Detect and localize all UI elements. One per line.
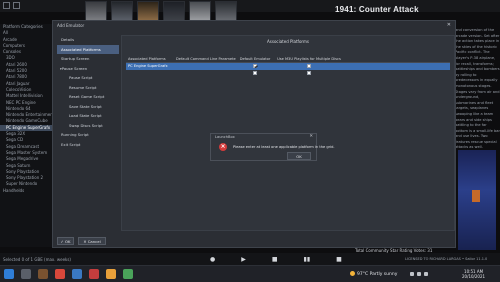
nav-item[interactable]: Details (57, 35, 119, 45)
game-thumbnail[interactable] (137, 1, 159, 21)
close-icon[interactable]: ✕ (309, 134, 313, 139)
nav-item[interactable]: Pause Script (57, 73, 119, 83)
edge-icon[interactable] (72, 269, 82, 279)
menu-icon[interactable] (3, 2, 10, 9)
platform-sidebar: Platform Categories All Arcade Computers Con… (0, 24, 52, 247)
pause-icon[interactable]: ▮▮ (304, 256, 311, 263)
close-icon: ✕ (83, 239, 87, 244)
status-text: Selected 0 of 1 GBE (max. weeks) (3, 257, 71, 262)
params-cell[interactable] (174, 63, 236, 70)
cancel-button[interactable]: ✕ Cancel (78, 237, 106, 245)
table-row[interactable] (126, 70, 450, 77)
nav-item[interactable]: Load State Script (57, 111, 119, 121)
params-cell[interactable] (174, 70, 236, 77)
column-header[interactable]: Use M3U Playlists for Multiple Discs (274, 56, 344, 62)
column-header[interactable]: Default Emulator (236, 56, 274, 62)
app-icon[interactable] (123, 269, 133, 279)
sidebar-item[interactable]: Handhelds (0, 188, 52, 194)
m3u-playlist-checkbox[interactable] (307, 71, 311, 75)
platform-cell[interactable] (126, 70, 174, 77)
weather-widget[interactable]: 97°C Partly sunny (350, 271, 397, 277)
table-row[interactable]: PC Engine SuperGrafx (126, 63, 450, 70)
message-title: LaunchBox (215, 135, 235, 139)
weather-temp: 97°C (357, 272, 369, 277)
dialog-nav: Details Associated Platforms Startup Scree… (57, 35, 119, 149)
nav-item[interactable]: Startup Screen (57, 54, 119, 64)
panel-title: Associated Platforms (267, 39, 309, 44)
default-emulator-checkbox[interactable] (253, 64, 257, 68)
app-window: 1941: Counter Attack Platform Categories… (0, 0, 500, 282)
stop-icon[interactable]: ■ (272, 256, 278, 263)
message-text: Please enter at least one applicable pla… (233, 145, 335, 149)
nav-item[interactable]: Associated Platforms (57, 44, 119, 54)
record-icon[interactable]: ● (210, 256, 215, 263)
chrome-icon[interactable] (55, 269, 65, 279)
message-ok-button[interactable]: OK (287, 152, 311, 160)
close-icon[interactable]: ✕ (447, 22, 451, 28)
game-thumbnail[interactable] (111, 1, 133, 21)
weather-text: Partly sunny (369, 272, 398, 277)
nav-item[interactable]: Resume Script (57, 83, 119, 93)
nav-item[interactable]: Swap Discs Script (57, 121, 119, 131)
game-description: and conversion of the arcade version. Se… (455, 28, 500, 148)
view-icon[interactable] (13, 2, 20, 9)
square-icon[interactable]: ■ (336, 256, 342, 263)
platform-cell[interactable]: PC Engine SuperGrafx (126, 63, 174, 70)
wifi-icon[interactable] (417, 272, 421, 276)
windows-taskbar: 97°C Partly sunny 10:51 AM 20/10/2021 (0, 265, 500, 282)
file-explorer-icon[interactable] (38, 269, 48, 279)
platforms-grid: Associated Platforms Default Command Lin… (126, 56, 450, 77)
column-header[interactable]: Associated Platforms (126, 56, 174, 62)
sidebar-item[interactable]: Nintendo GameCube (0, 118, 52, 124)
cancel-label: Cancel (87, 239, 101, 244)
start-icon[interactable] (4, 269, 14, 279)
play-icon[interactable]: ▶ (241, 256, 246, 263)
game-thumbnail[interactable] (189, 1, 211, 21)
search-icon[interactable] (21, 269, 31, 279)
default-emulator-checkbox[interactable] (253, 71, 257, 75)
error-icon: × (219, 143, 227, 151)
dialog-title: Add Emulator (57, 23, 85, 28)
column-header[interactable]: Default Command Line Parameters (174, 56, 236, 62)
nav-item[interactable]: Exit Script (57, 140, 119, 150)
ok-button[interactable]: ✓ OK (57, 237, 74, 245)
media-controls: ● ▶ ■ ▮▮ ■ (210, 256, 342, 263)
game-thumbnail[interactable] (163, 1, 185, 21)
game-box-art (458, 150, 496, 250)
launchbox-icon[interactable] (89, 269, 99, 279)
ok-label: OK (64, 239, 71, 244)
clock[interactable]: 10:51 AM 20/10/2021 (462, 269, 485, 279)
chevron-up-icon[interactable] (410, 272, 414, 276)
nav-item[interactable]: Save State Script (57, 102, 119, 112)
check-icon: ✓ (60, 239, 64, 244)
sun-icon (350, 271, 355, 276)
folder-icon[interactable] (106, 269, 116, 279)
nav-item[interactable]: Pause Screen (57, 64, 119, 74)
game-thumbnail[interactable] (85, 1, 107, 21)
license-text: LICENSED TO RICHARD LARGAS • Sailor 11.1… (405, 257, 488, 261)
clock-date: 20/10/2021 (462, 274, 486, 279)
volume-icon[interactable] (424, 272, 428, 276)
game-thumbnail[interactable] (215, 1, 237, 21)
nav-item[interactable]: Reset Game Script (57, 92, 119, 102)
system-tray[interactable] (410, 272, 428, 276)
nav-item[interactable]: Running Script (57, 130, 119, 140)
game-title: 1941: Counter Attack (335, 5, 419, 14)
m3u-playlist-checkbox[interactable] (307, 64, 311, 68)
background-toolbar (0, 0, 500, 12)
grid-header: Associated Platforms Default Command Lin… (126, 56, 450, 63)
